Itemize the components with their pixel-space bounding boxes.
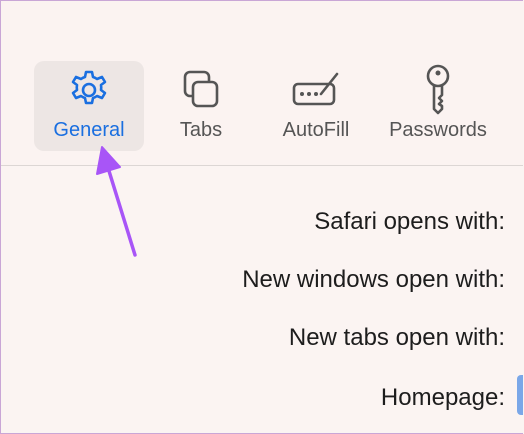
tab-autofill[interactable]: AutoFill [266, 61, 366, 151]
preferences-toolbar: General Tabs AutoFill Passwords [1, 1, 523, 166]
tab-autofill-label: AutoFill [282, 119, 350, 141]
tab-general[interactable]: General [34, 61, 144, 151]
tab-general-label: General [53, 119, 125, 141]
safari-opens-with-label: Safari opens with: [314, 208, 505, 235]
new-windows-open-with-label: New windows open with: [242, 266, 505, 293]
tab-tabs-label: Tabs [179, 119, 223, 141]
homepage-label: Homepage: [380, 384, 505, 411]
homepage-field-edge[interactable] [517, 375, 523, 415]
tab-tabs[interactable]: Tabs [156, 61, 246, 151]
preferences-window: General Tabs AutoFill Passwords Safari o… [0, 0, 523, 434]
tab-passwords[interactable]: Passwords [379, 61, 497, 151]
new-tabs-open-with-label: New tabs open with: [288, 324, 505, 351]
tabs-icon [176, 65, 226, 115]
general-pane: Safari opens with: New windows open with… [1, 166, 523, 433]
gear-icon [64, 65, 114, 115]
autofill-icon [291, 65, 341, 115]
key-icon [413, 64, 463, 115]
tab-passwords-label: Passwords [389, 119, 487, 141]
